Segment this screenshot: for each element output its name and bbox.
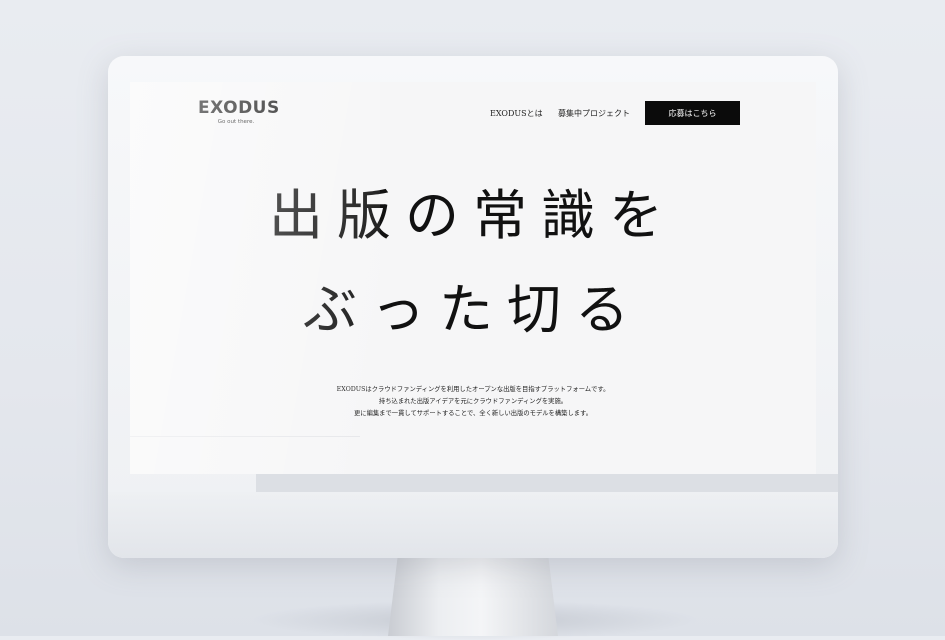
divider: [130, 436, 360, 437]
description-line2: 持ち込まれた出版アイデアを元にクラウドファンディングを実施。: [378, 398, 568, 405]
apply-button[interactable]: 応募はこちら: [645, 101, 740, 125]
monitor-chin: [108, 492, 838, 558]
nav-link-projects[interactable]: 募集中プロジェクト: [558, 108, 630, 119]
monitor-stand: [388, 552, 558, 636]
screen-shadow-strip: [256, 474, 838, 492]
description-line3: 更に編集まで一貫してサポートすることで、全く新しい出版のモデルを構築します。: [353, 410, 593, 417]
logo-wordmark: EXODUS: [198, 98, 280, 118]
nav-link-about[interactable]: EXODUSとは: [490, 108, 543, 119]
website-screen: EXODUS Go out there. EXODUSとは 募集中プロジェクト …: [130, 82, 816, 474]
exodus-logo[interactable]: EXODUS Go out there.: [198, 98, 280, 126]
monitor-frame: EXODUS Go out there. EXODUSとは 募集中プロジェクト …: [108, 56, 838, 558]
hero-headline-line2: ぶった切る: [303, 278, 643, 341]
description-line1: EXODUSはクラウドファンディングを利用したオープンな出版を目指すプラットフォ…: [336, 386, 610, 393]
logo-tagline: Go out there.: [217, 119, 255, 125]
hero-headline-line1: 出版の常識を: [269, 184, 677, 247]
